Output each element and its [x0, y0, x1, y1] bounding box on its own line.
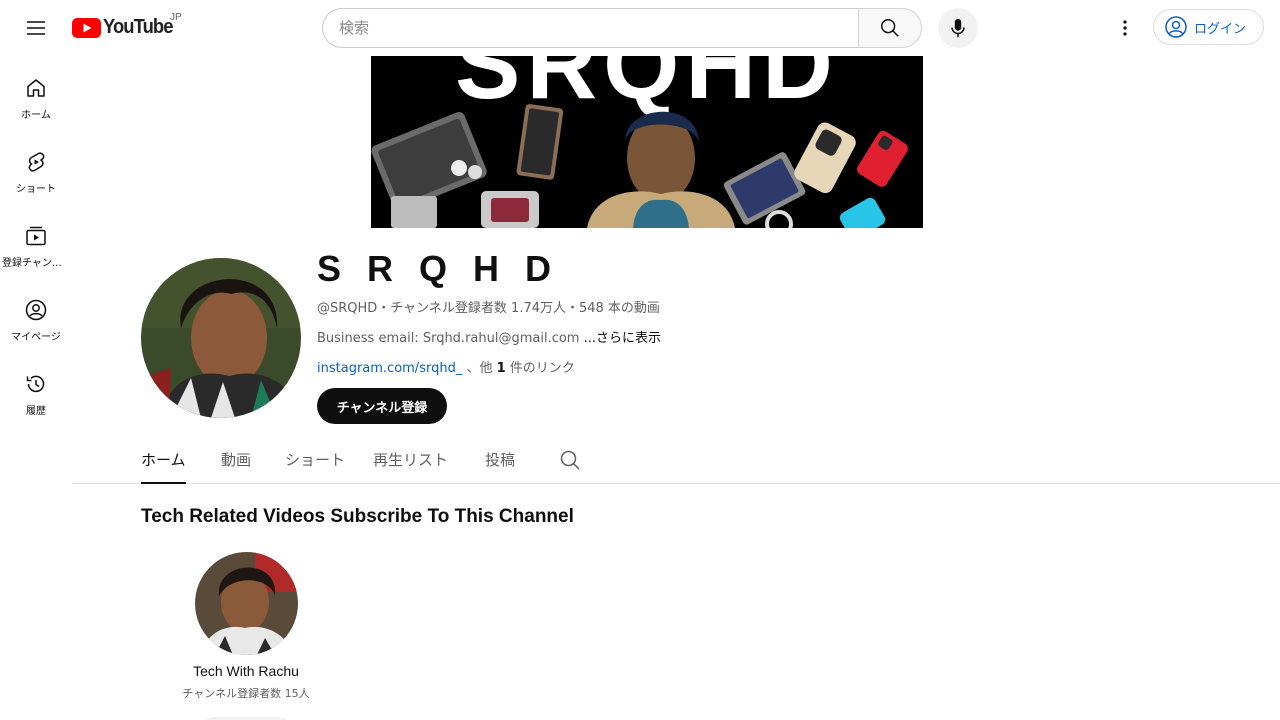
microphone-icon [951, 18, 965, 38]
youtube-logo[interactable]: YouTube [72, 16, 179, 39]
home-icon [27, 79, 45, 97]
channel-search-button[interactable] [558, 448, 582, 472]
featured-channel-avatar[interactable] [194, 552, 298, 655]
search-button[interactable] [858, 8, 922, 48]
search-input[interactable] [339, 19, 859, 37]
tab-playlists[interactable]: 再生リスト [373, 436, 448, 483]
section-title: Tech Related Videos Subscribe To This Ch… [141, 506, 574, 527]
login-label: ログイン [1194, 20, 1247, 36]
tab-home[interactable]: ホーム [141, 436, 186, 484]
description-text: Business email: Srqhd.rahul@gmail.com [317, 331, 584, 346]
account-circle-icon [1165, 16, 1187, 38]
channel-description[interactable]: Business email: Srqhd.rahul@gmail.com ..… [317, 327, 661, 346]
subscriptions-icon [26, 226, 46, 246]
channel-avatar[interactable] [141, 258, 301, 418]
voice-search-button[interactable] [938, 8, 978, 48]
links-count[interactable]: 1 [497, 361, 506, 376]
login-button[interactable]: ログイン [1153, 9, 1264, 45]
channel-banner: SRQHD [371, 56, 923, 228]
channel-tabs: ホーム 動画 ショート 再生リスト 投稿 [72, 436, 1280, 484]
sidebar-item-label: マイページ [11, 332, 61, 343]
youtube-play-icon [72, 17, 101, 38]
mini-guide: ホーム ショート 登録チャンネル マイページ 履歴 [0, 56, 72, 426]
user-icon [25, 299, 47, 321]
region-code: JP [170, 12, 182, 23]
search-icon [560, 450, 580, 470]
links-suffix-post[interactable]: 件のリンク [506, 361, 575, 376]
shorts-icon [28, 152, 45, 172]
sidebar-item-shorts[interactable]: ショート [0, 130, 72, 204]
subscribe-button[interactable]: チャンネル登録 [317, 388, 447, 424]
sidebar-item-history[interactable]: 履歴 [0, 352, 72, 426]
featured-channel-subs: チャンネル登録者数 15人 [182, 687, 310, 700]
sidebar-item-you[interactable]: マイページ [0, 278, 72, 352]
sidebar-item-label: ショート [16, 184, 56, 195]
banner-title: SRQHD [455, 56, 839, 119]
show-more-link[interactable]: ...さらに表示 [584, 331, 661, 346]
featured-channel-name[interactable]: Tech With Rachu [172, 663, 320, 679]
sidebar-item-label: ホーム [21, 110, 51, 121]
search-box [322, 8, 859, 48]
sidebar-item-label: 登録チャンネル [2, 258, 70, 269]
tab-videos[interactable]: 動画 [221, 436, 251, 483]
channel-name: S R Q H D [317, 248, 560, 289]
links-suffix-pre: 、他 [462, 361, 497, 376]
featured-channel-card: Tech With Rachu チャンネル登録者数 15人 [172, 552, 320, 720]
menu-icon[interactable] [16, 8, 56, 48]
channel-links: instagram.com/srqhd_ 、他 1 件のリンク [317, 357, 575, 376]
sidebar-item-subscriptions[interactable]: 登録チャンネル [0, 204, 72, 278]
logo-wordmark: YouTube [103, 16, 173, 38]
channel-meta: @SRQHD・チャンネル登録者数 1.74万人・548 本の動画 [317, 301, 660, 316]
search-icon [881, 19, 899, 37]
masthead: YouTube JP ログイン [0, 0, 1280, 56]
sidebar-item-home[interactable]: ホーム [0, 56, 72, 130]
tab-shorts[interactable]: ショート [285, 436, 345, 483]
settings-menu-button[interactable] [1105, 8, 1145, 48]
tab-posts[interactable]: 投稿 [485, 436, 515, 483]
instagram-link[interactable]: instagram.com/srqhd_ [317, 361, 462, 376]
more-vert-icon [1123, 20, 1127, 36]
sidebar-item-label: 履歴 [26, 406, 46, 417]
history-icon [26, 375, 45, 393]
